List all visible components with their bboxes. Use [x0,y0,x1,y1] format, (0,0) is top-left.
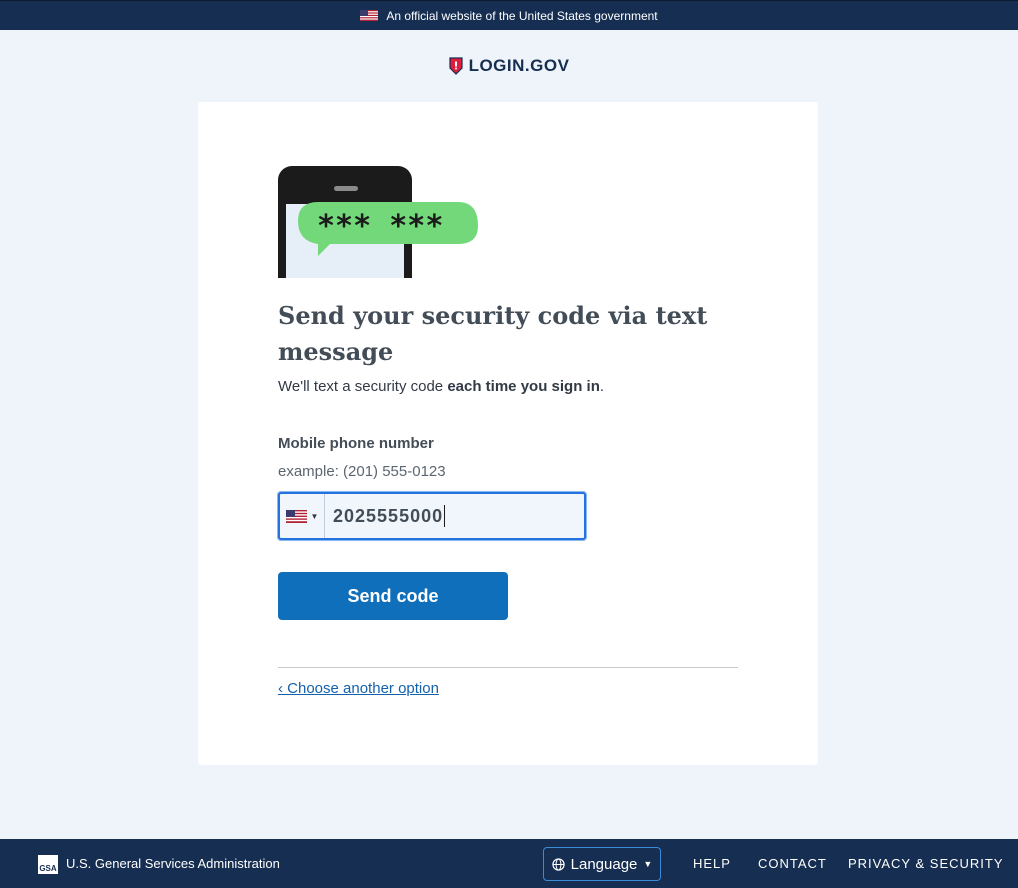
subtitle-end: . [599,378,605,395]
send-code-button[interactable]: Send code [278,572,508,620]
caret-down-icon: ▼ [643,859,653,869]
subtitle-text: We'll text a security code [278,378,448,395]
language-button[interactable]: Language ▼ [543,847,661,881]
phone-field-label: Mobile phone number [278,435,434,452]
contact-link[interactable]: CONTACT [758,856,827,871]
phone-number-value: 2025555000 [333,505,444,526]
footer: GSA U.S. General Services Administration… [0,839,1018,888]
divider [278,667,738,668]
choose-another-option-link[interactable]: ‹ Choose another option [278,680,439,697]
gsa-logo[interactable]: GSA [38,855,58,874]
us-flag-icon [285,509,307,523]
gsa-agency-link[interactable]: U.S. General Services Administration [66,856,280,871]
shield-icon [448,57,463,75]
gsa-logo-text: GSA [39,864,57,873]
login-gov-logo[interactable]: LOGIN.GOV [0,56,1018,76]
gov-banner: An official website of the United States… [0,0,1018,30]
main-card: *** *** Send your security code via text… [198,102,818,765]
privacy-security-link[interactable]: PRIVACY & SECURITY [848,856,1004,871]
phone-field-hint: example: (201) 555-0123 [278,463,446,480]
help-link[interactable]: HELP [693,856,731,871]
logo-wordmark: LOGIN.GOV [468,56,570,75]
phone-number-input[interactable]: 2025555000 [325,494,584,538]
gov-banner-text: An official website of the United States… [386,8,658,23]
page-title: Send your security code via text message [278,301,708,366]
language-label: Language [570,855,638,873]
text-cursor [444,505,446,527]
code-bubble-text: *** *** [317,209,443,244]
phone-text-message-illustration: *** *** [278,166,478,278]
subtitle-emphasis: each time you sign in [447,378,600,395]
country-code-select[interactable]: ▼ [280,494,325,538]
page-subtitle: We'll text a security code each time you… [278,378,604,395]
caret-down-icon: ▼ [310,511,319,521]
globe-icon [551,857,565,871]
us-flag-icon [360,10,379,21]
phone-input-group: ▼ 2025555000 [278,492,586,540]
